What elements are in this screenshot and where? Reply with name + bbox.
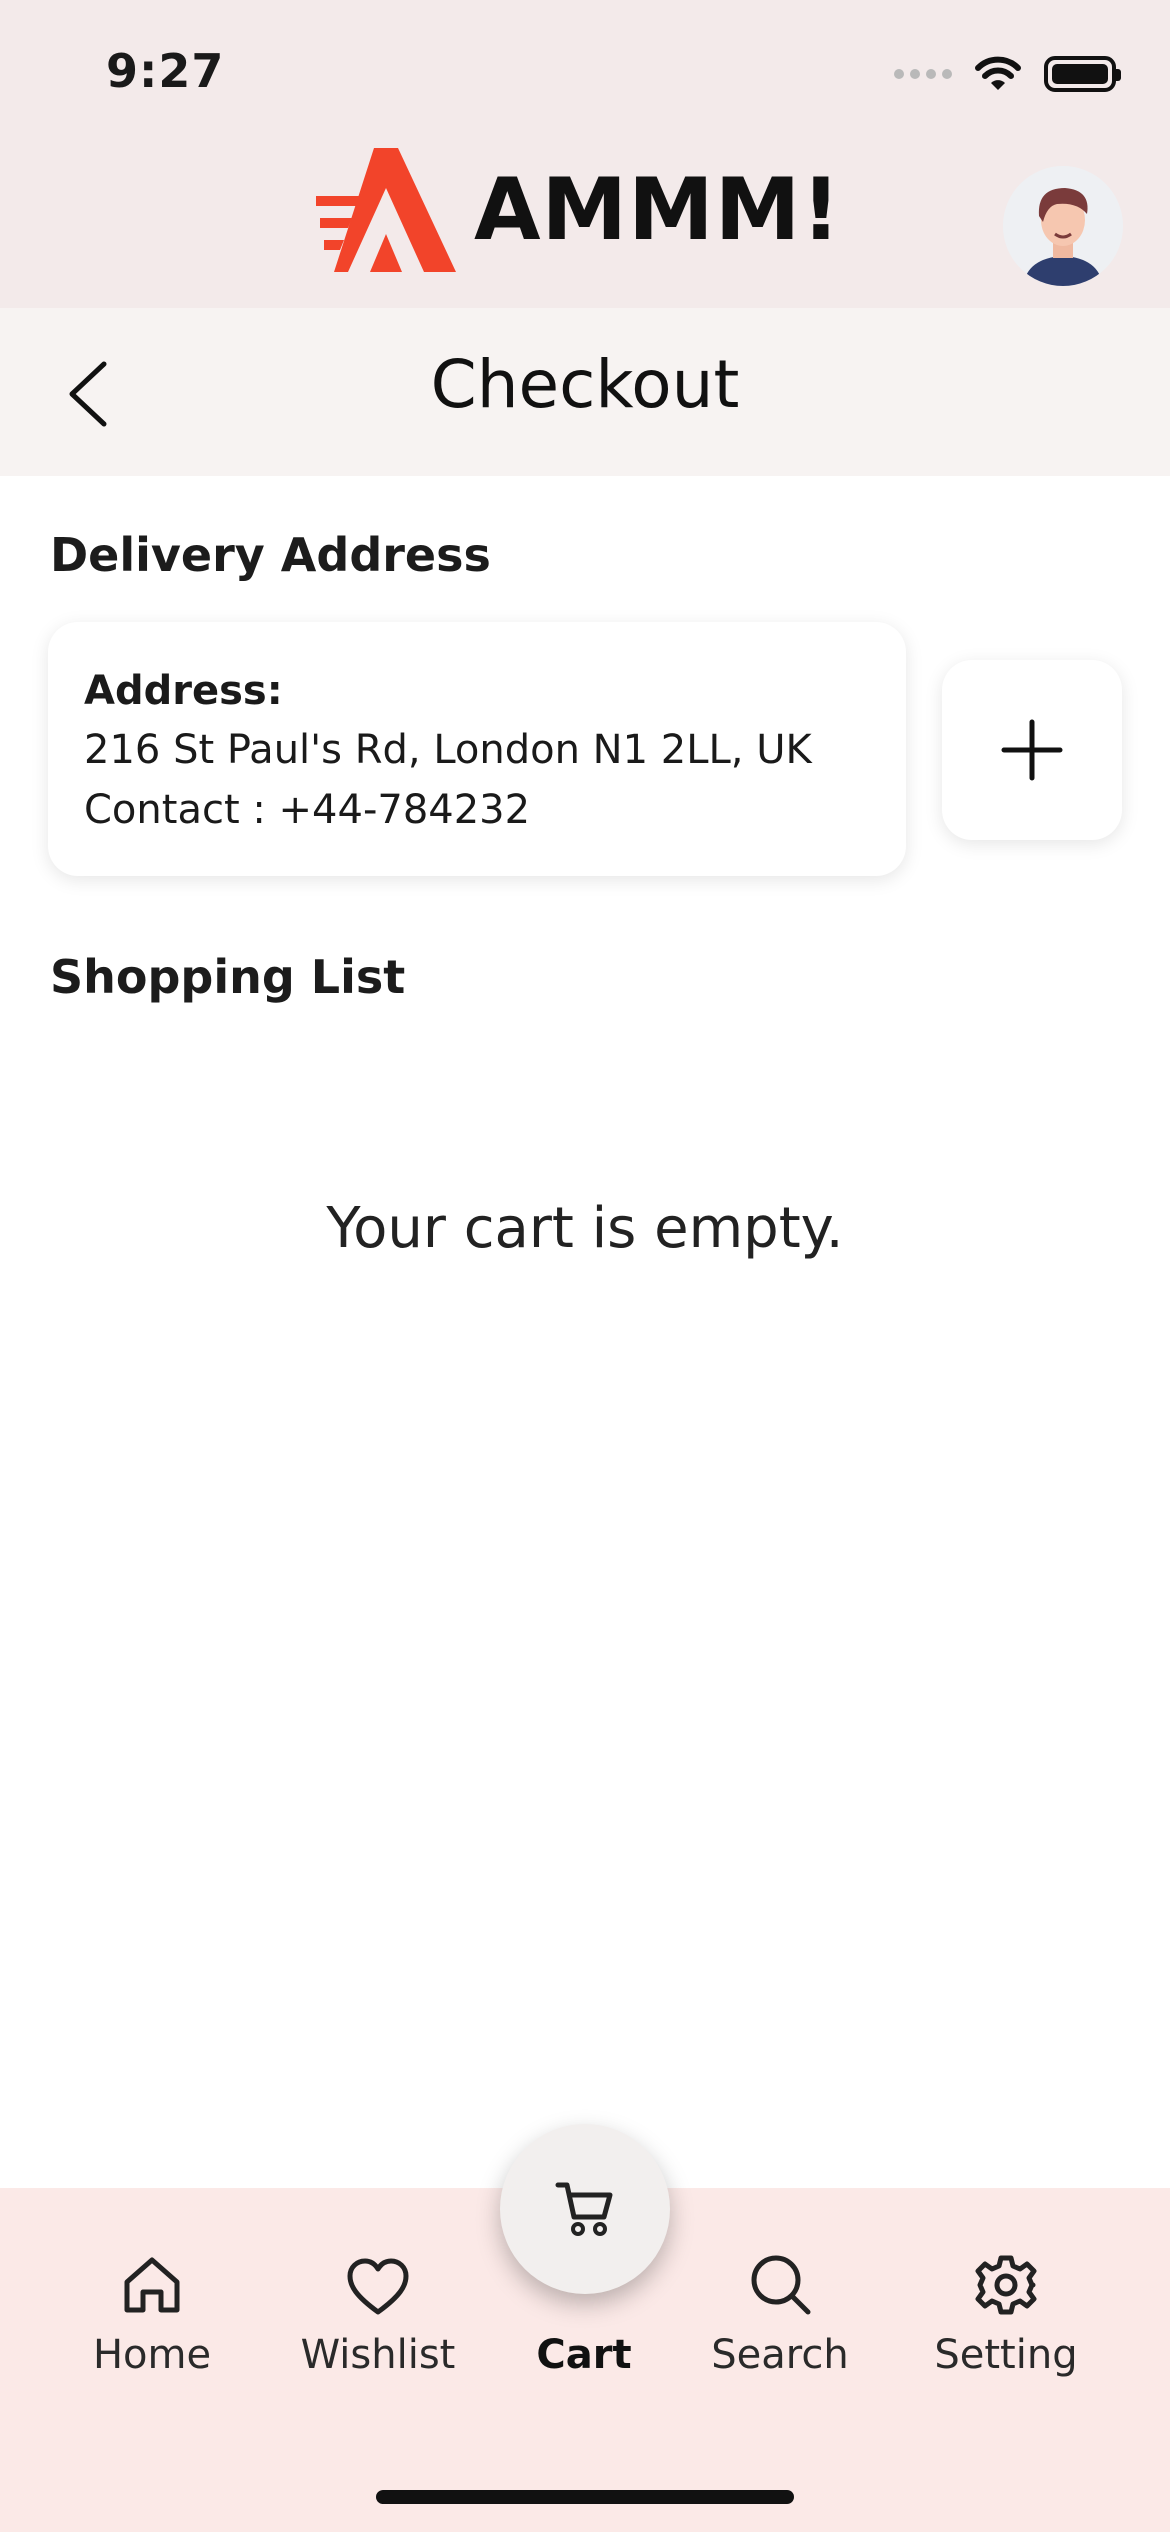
status-time: 9:27 <box>106 44 225 98</box>
checkout-screen: 9:27 AMMM! Checkout Delivery Address Add… <box>0 0 1170 2532</box>
gear-icon <box>975 2255 1037 2315</box>
brand-name: AMMM! <box>474 160 842 260</box>
battery-icon <box>1044 56 1121 92</box>
nav-wishlist-label: Wishlist <box>300 2332 456 2378</box>
wifi-icon <box>975 56 1021 90</box>
home-indicator <box>376 2490 794 2504</box>
search-icon <box>751 2255 811 2315</box>
address-label: Address: <box>84 668 283 714</box>
nav-search-label: Search <box>711 2332 849 2378</box>
user-avatar-icon <box>1003 166 1123 286</box>
app-header: 9:27 AMMM! <box>0 0 1170 308</box>
plus-icon <box>1001 719 1063 781</box>
nav-cart[interactable]: Cart <box>474 2242 694 2378</box>
empty-cart-message: Your cart is empty. <box>326 1196 844 1261</box>
cart-icon <box>555 2182 613 2236</box>
cellular-signal-icon <box>894 69 952 79</box>
brand-logo: AMMM! <box>316 148 842 272</box>
address-card[interactable]: Address: 216 St Paul's Rd, London N1 2LL… <box>48 622 906 876</box>
ammm-logo-icon <box>316 148 456 272</box>
nav-setting-label: Setting <box>934 2332 1078 2378</box>
heart-icon <box>347 2258 409 2315</box>
nav-home-label: Home <box>92 2332 212 2378</box>
nav-wishlist[interactable]: Wishlist <box>268 2242 488 2378</box>
nav-home[interactable]: Home <box>42 2242 262 2378</box>
nav-search[interactable]: Search <box>670 2242 890 2378</box>
contact-line: Contact : +44-784232 <box>84 787 531 833</box>
profile-avatar[interactable] <box>1003 166 1123 286</box>
nav-setting[interactable]: Setting <box>896 2242 1116 2378</box>
add-address-button[interactable] <box>942 660 1122 840</box>
status-icons <box>894 52 1121 96</box>
home-icon <box>124 2257 180 2313</box>
address-line: 216 St Paul's Rd, London N1 2LL, UK <box>84 727 812 773</box>
delivery-address-heading: Delivery Address <box>50 528 491 582</box>
nav-cart-label: Cart <box>536 2332 632 2378</box>
shopping-list-heading: Shopping List <box>50 950 406 1004</box>
page-title: Checkout <box>430 346 740 423</box>
